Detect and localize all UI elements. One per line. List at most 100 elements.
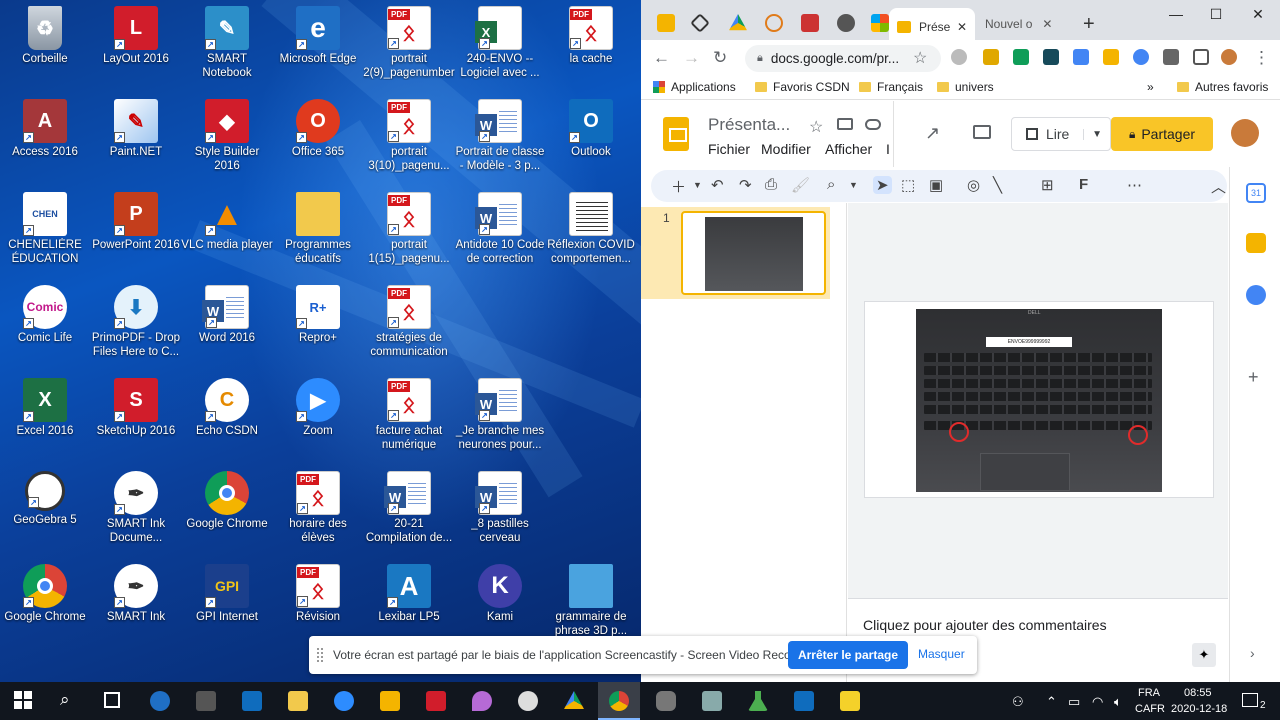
shape-icon[interactable]: ◎	[967, 176, 980, 194]
slide-canvas[interactable]: DELL ENVOE999999992	[864, 301, 1214, 498]
task-view-icon[interactable]	[104, 692, 120, 708]
profile-avatar[interactable]	[1221, 49, 1237, 65]
chevron-right-icon[interactable]: ›	[1250, 645, 1255, 661]
desktop-icon-strategies[interactable]: PDF ᛟ ↗ stratégies de communication	[364, 279, 454, 369]
extension-icon[interactable]	[983, 49, 999, 65]
desktop-icon-layout[interactable]: L ↗ LayOut 2016	[91, 0, 181, 90]
people-icon[interactable]: ⚇	[1012, 694, 1024, 710]
puzzle-icon[interactable]	[1163, 49, 1179, 65]
tasks-icon[interactable]	[1246, 285, 1266, 305]
comment-add-icon[interactable]: ⊞	[1041, 176, 1054, 194]
desktop-icon-smart-notebook[interactable]: ✎ ↗ SMART Notebook	[182, 0, 272, 90]
pinned-tab-drive[interactable]	[729, 14, 747, 31]
pinned-tab-book[interactable]	[801, 14, 819, 32]
desktop-icon-antidote[interactable]: W ↗ Antidote 10 Code de correction	[455, 186, 545, 276]
notification-center-icon[interactable]	[1242, 693, 1258, 707]
clock-time[interactable]: 08:55	[1184, 687, 1212, 699]
star-icon[interactable]: ☆	[809, 117, 823, 137]
search-icon[interactable]: ⌕	[60, 690, 70, 710]
pinned-tab-diamond[interactable]	[690, 13, 710, 33]
desktop-icon-lexibar[interactable]: A ↗ Lexibar LP5	[364, 558, 454, 648]
desktop-icon-portrait-1[interactable]: PDF ᛟ ↗ portrait 1(15)_pagenu...	[364, 186, 454, 276]
desktop-icon-8-pastilles[interactable]: W ↗ _8 pastilles cerveau	[455, 465, 545, 555]
desktop-icon-240-envo[interactable]: X ↗ 240-ENVO -- Logiciel avec ...	[455, 0, 545, 90]
volume-icon[interactable]: 🔈︎	[1114, 694, 1122, 710]
extension-icon[interactable]	[1013, 49, 1029, 65]
taskbar-explorer-icon[interactable]	[288, 691, 308, 711]
paint-format-icon[interactable]: 🖌︎	[791, 176, 810, 194]
desktop-icon-repro-plus[interactable]: R+ ↗ Repro+	[273, 279, 363, 369]
user-avatar[interactable]	[1231, 119, 1259, 147]
laptop-keyboard-image[interactable]: DELL ENVOE999999992	[916, 309, 1162, 492]
desktop-icon-portrait-3[interactable]: PDF ᛟ ↗ portrait 3(10)_pagenu...	[364, 93, 454, 183]
desktop-icon-edge[interactable]: e ↗ Microsoft Edge	[273, 0, 363, 90]
desktop-icon-kami[interactable]: K Kami	[455, 558, 545, 648]
keep-icon[interactable]	[1246, 233, 1266, 253]
desktop-icon-outlook[interactable]: O ↗ Outlook	[546, 93, 636, 183]
desktop-icon-office-365[interactable]: O ↗ Office 365	[273, 93, 363, 183]
share-button[interactable]: 🔒︎ Partager	[1111, 117, 1213, 151]
desktop-icon-portrait-de-classe[interactable]: W ↗ Portrait de classe - Modèle - 3 p...	[455, 93, 545, 183]
desktop-icon-je-branche[interactable]: W ↗ _Je branche mes neurones pour...	[455, 372, 545, 462]
taskbar-mail-icon[interactable]	[242, 691, 262, 711]
star-icon[interactable]: ☆	[913, 48, 927, 68]
desktop-icon-zoom[interactable]: ▶ ↗ Zoom	[273, 372, 363, 462]
taskbar-drive-icon[interactable]	[564, 691, 584, 709]
document-title[interactable]: Présenta...	[708, 115, 790, 135]
desktop-icon-reflexion-covid[interactable]: Réflexion COVID comportemen...	[546, 186, 636, 276]
chevron-down-icon[interactable]: ▼	[849, 180, 858, 190]
reload-icon[interactable]: ↻	[713, 48, 727, 68]
desktop-icon-horaire[interactable]: PDF ᛟ ↗ horaire des élèves	[273, 465, 363, 555]
desktop-icon-grammaire[interactable]: grammaire de phrase 3D p...	[546, 558, 636, 648]
desktop-icon-google-chrome-2[interactable]: ↗ Google Chrome	[0, 558, 90, 648]
move-folder-icon[interactable]	[837, 118, 853, 130]
desktop-icon-excel[interactable]: X ↗ Excel 2016	[0, 372, 90, 462]
extension-icon[interactable]	[1103, 49, 1119, 65]
desktop-icon-smart-ink[interactable]: ✒ ↗ SMART Ink	[91, 558, 181, 648]
select-cursor-icon[interactable]: ➤	[873, 176, 892, 194]
mic-extension-icon[interactable]	[1133, 49, 1149, 65]
slides-logo-icon[interactable]	[663, 117, 689, 151]
clock-date[interactable]: 2020-12-18	[1171, 703, 1227, 715]
taskbar-clock-icon[interactable]	[518, 691, 538, 711]
desktop-icon-comic-life[interactable]: Comic ↗ Comic Life	[0, 279, 90, 369]
close-window-button[interactable]: ✕	[1247, 6, 1269, 26]
desktop-icon-echo-csdn[interactable]: C ↗ Echo CSDN	[182, 372, 272, 462]
add-addon-icon[interactable]: +	[1248, 367, 1259, 388]
extension-icon[interactable]	[951, 49, 967, 65]
more-icon[interactable]: ⋯	[1127, 176, 1142, 194]
desktop-icon-google-chrome[interactable]: Google Chrome	[182, 465, 272, 555]
zoom-icon[interactable]: ⌕	[827, 176, 835, 193]
bookmark-francais[interactable]: Français	[859, 80, 923, 94]
menu-edit[interactable]: Modifier	[761, 141, 811, 157]
activity-trend-icon[interactable]: ↗	[925, 123, 940, 144]
chevron-down-icon[interactable]: ▼	[693, 180, 702, 190]
battery-icon[interactable]: ▭	[1068, 694, 1080, 710]
hide-button[interactable]: Masquer	[918, 647, 965, 661]
windows-start-icon[interactable]	[14, 691, 32, 709]
taskbar-zoom-icon[interactable]	[334, 691, 354, 711]
menu-dots-icon[interactable]: ⋮	[1253, 48, 1270, 68]
new-slide-icon[interactable]: ＋	[671, 176, 686, 197]
menu-file[interactable]: Fichier	[708, 141, 750, 157]
taskbar-edge-icon[interactable]	[150, 691, 170, 711]
desktop-icon-access[interactable]: A ↗ Access 2016	[0, 93, 90, 183]
desktop-icon-smart-ink-document[interactable]: ✒ ↗ SMART Ink Docume...	[91, 465, 181, 555]
minimize-button[interactable]: —	[1165, 6, 1187, 26]
undo-icon[interactable]: ↶	[711, 176, 724, 194]
desktop-icon-geogebra[interactable]: ↗ GeoGebra 5	[0, 465, 90, 555]
chevron-down-icon[interactable]: ▼	[1083, 128, 1110, 140]
desktop-icon-word[interactable]: W ↗ Word 2016	[182, 279, 272, 369]
print-icon[interactable]: ⎙	[765, 176, 777, 193]
taskbar-flask-icon[interactable]	[748, 691, 768, 711]
desktop-icon-revision[interactable]: PDF ᛟ ↗ Révision	[273, 558, 363, 648]
bookmark-univers[interactable]: univers	[937, 80, 994, 94]
desktop-icon-gpi-internet[interactable]: GPI ↗ GPI Internet	[182, 558, 272, 648]
taskbar-paint-icon[interactable]	[472, 691, 492, 711]
desktop-icon-paint-net[interactable]: ✎ ↗ Paint.NET	[91, 93, 181, 183]
address-bar[interactable]: 🔒︎ docs.google.com/pr...	[745, 45, 941, 72]
bookmarks-overflow[interactable]: »	[1147, 80, 1154, 94]
pinned-tab-microsoft[interactable]	[871, 14, 889, 32]
close-tab-icon[interactable]: ✕	[957, 20, 967, 34]
maximize-button[interactable]: ☐	[1205, 6, 1227, 26]
